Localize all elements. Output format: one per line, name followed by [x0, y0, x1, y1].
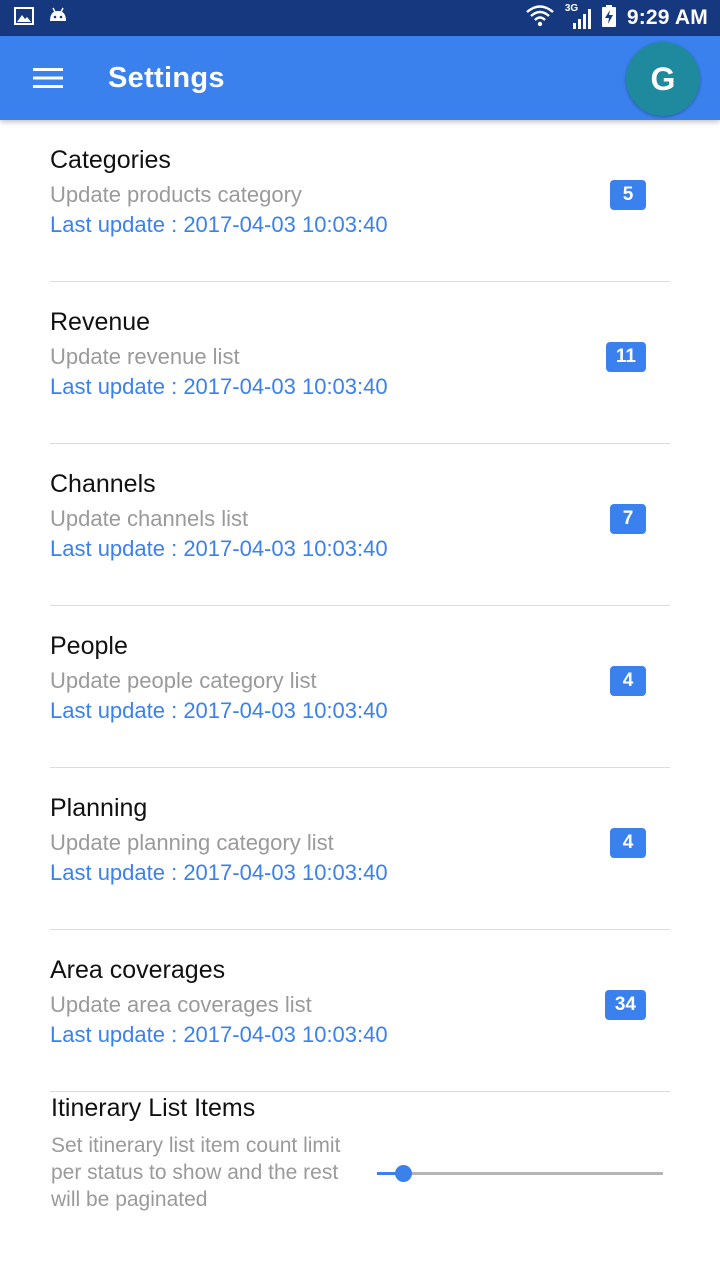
settings-list: Categories Update products category Last…: [0, 120, 720, 1092]
count-badge: 4: [610, 828, 646, 858]
settings-item-title: People: [50, 632, 128, 660]
status-bar: 3G 9:29 AM: [0, 0, 720, 36]
settings-item-title: Categories: [50, 146, 171, 174]
menu-button[interactable]: [24, 54, 72, 102]
settings-item-last-update: Last update : 2017-04-03 10:03:40: [50, 374, 388, 399]
settings-item-subtitle: Update people category list: [50, 668, 317, 693]
itinerary-description: Set itinerary list item count limit per …: [51, 1134, 341, 1211]
settings-item-categories[interactable]: Categories Update products category Last…: [50, 120, 670, 282]
settings-item-last-update: Last update : 2017-04-03 10:03:40: [50, 1022, 388, 1047]
status-time: 9:29 AM: [626, 6, 708, 29]
slider-thumb[interactable]: [394, 1165, 412, 1182]
count-badge: 4: [610, 666, 646, 696]
settings-item-subtitle: Update channels list: [50, 506, 249, 531]
count-badge: 5: [610, 180, 646, 210]
settings-item-subtitle: Update revenue list: [50, 344, 240, 369]
count-badge: 34: [604, 990, 646, 1020]
settings-item-channels[interactable]: Channels Update channels list Last updat…: [50, 444, 670, 606]
page-title: Settings: [108, 61, 225, 94]
hamburger-menu-icon: [33, 68, 63, 88]
settings-item-last-update: Last update : 2017-04-03 10:03:40: [50, 698, 388, 723]
settings-item-last-update: Last update : 2017-04-03 10:03:40: [50, 212, 388, 237]
android-icon: [48, 6, 68, 31]
itinerary-title: Itinerary List Items: [51, 1094, 256, 1122]
settings-item-revenue[interactable]: Revenue Update revenue list Last update …: [50, 282, 670, 444]
avatar[interactable]: G: [626, 42, 700, 116]
settings-item-planning[interactable]: Planning Update planning category list L…: [50, 768, 670, 930]
itinerary-count-slider[interactable]: [377, 1162, 663, 1186]
settings-item-people[interactable]: People Update people category list Last …: [50, 606, 670, 768]
count-badge: 11: [605, 342, 646, 372]
settings-item-title: Revenue: [50, 308, 151, 336]
settings-item-subtitle: Update area coverages list: [50, 992, 312, 1017]
image-icon: [14, 6, 34, 30]
settings-item-title: Area coverages: [50, 956, 226, 984]
settings-item-title: Channels: [50, 470, 156, 498]
wifi-icon: [525, 4, 555, 33]
settings-item-subtitle: Update planning category list: [50, 830, 334, 855]
signal-icon: 3G: [565, 3, 591, 31]
itinerary-setting: Itinerary List Items Set itinerary list …: [51, 1090, 671, 1230]
slider-track: [377, 1172, 663, 1175]
settings-item-last-update: Last update : 2017-04-03 10:03:40: [50, 536, 388, 561]
settings-item-title: Planning: [50, 794, 148, 822]
battery-icon: [601, 4, 617, 33]
settings-item-area-coverages[interactable]: Area coverages Update area coverages lis…: [50, 930, 670, 1092]
settings-item-subtitle: Update products category: [50, 182, 302, 207]
app-bar: Settings G: [0, 36, 720, 120]
settings-item-last-update: Last update : 2017-04-03 10:03:40: [50, 860, 388, 885]
count-badge: 7: [610, 504, 646, 534]
